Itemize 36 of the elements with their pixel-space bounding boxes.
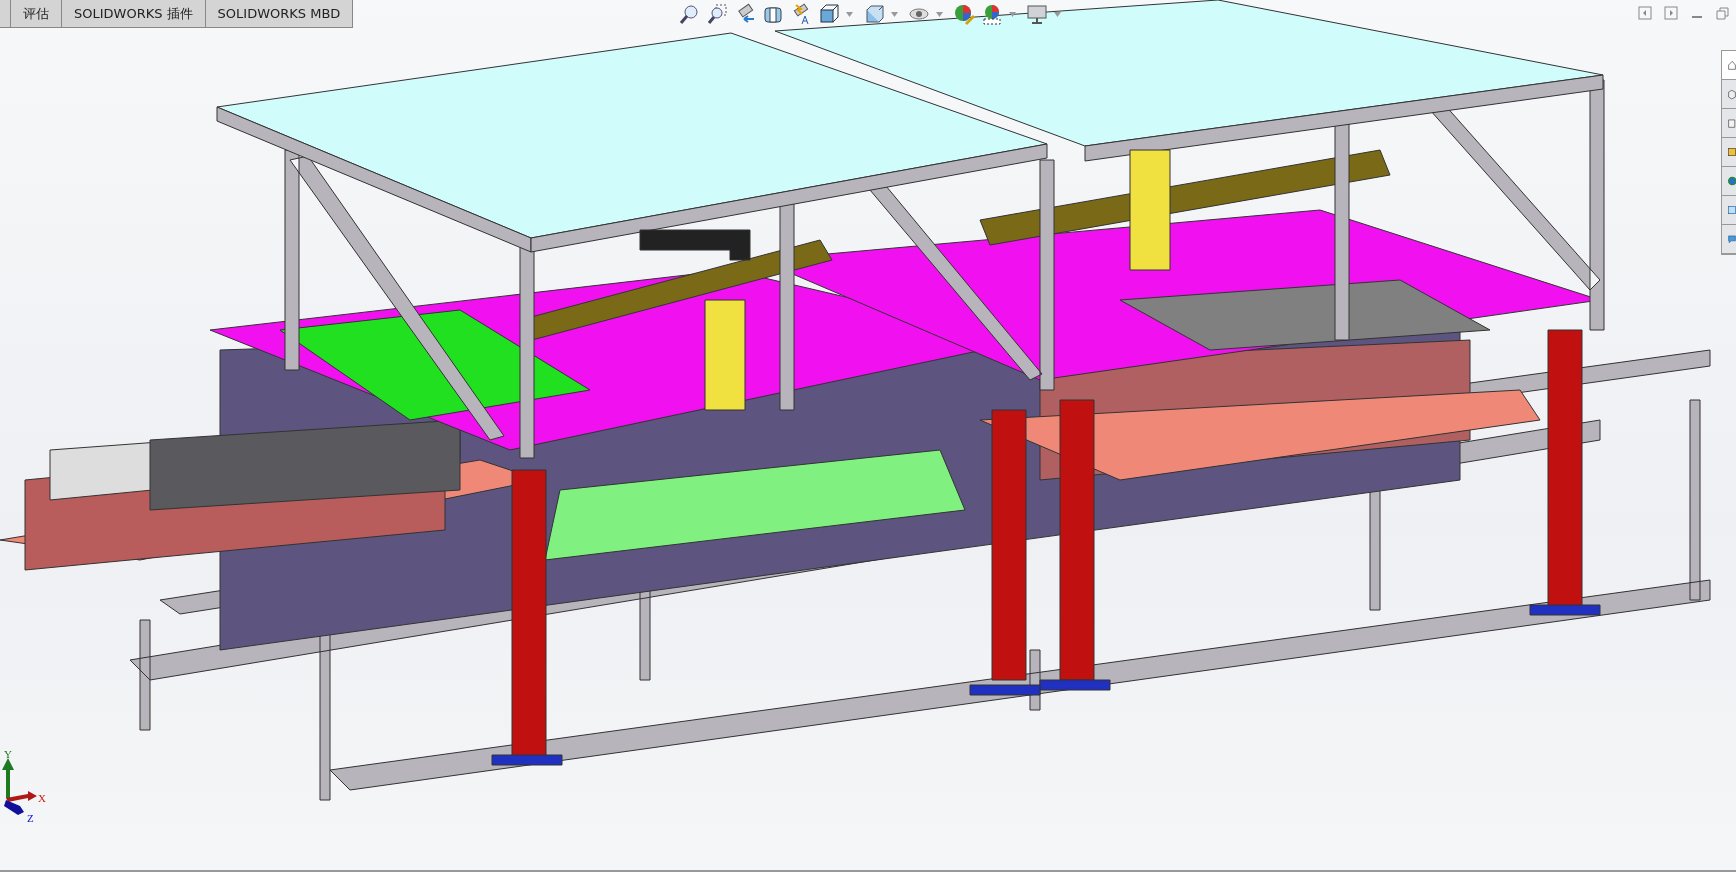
z-axis-label: Z	[27, 812, 34, 824]
zoom-area-icon[interactable]	[707, 4, 727, 24]
task-pane-tab[interactable]	[1722, 196, 1736, 225]
folder-icon	[1728, 119, 1736, 128]
edit-appearance-icon[interactable]	[955, 5, 975, 25]
section-view-icon[interactable]	[764, 7, 782, 23]
zoom-to-fit-icon[interactable]	[679, 5, 698, 24]
task-pane-tab[interactable]	[1722, 109, 1736, 138]
task-pane-tab[interactable]	[1722, 51, 1736, 80]
home-icon	[1728, 61, 1736, 70]
z-axis-arrow	[4, 800, 24, 815]
cube-icon	[1728, 90, 1736, 100]
tree-list-icon	[1728, 148, 1736, 156]
restore-icon[interactable]	[1716, 7, 1729, 20]
monitor-icon[interactable]	[1027, 5, 1047, 24]
view-orientation-icon[interactable]	[820, 4, 839, 23]
task-pane-tab[interactable]	[1722, 80, 1736, 109]
list-icon	[1728, 206, 1736, 214]
caret-icon[interactable]	[1054, 11, 1061, 17]
x-axis-arrow	[6, 791, 37, 802]
task-pane-tab[interactable]	[1722, 138, 1736, 167]
task-pane-tab[interactable]	[1722, 167, 1736, 196]
task-pane-tab[interactable]	[1722, 225, 1736, 254]
y-axis-arrow	[2, 758, 14, 798]
globe-icon	[1728, 176, 1736, 186]
previous-pane-icon[interactable]	[1638, 6, 1652, 20]
display-style-icon[interactable]	[866, 5, 884, 23]
next-pane-icon[interactable]	[1664, 6, 1678, 20]
eye-icon[interactable]	[909, 8, 929, 20]
scene-icon[interactable]	[983, 5, 1001, 25]
speech-bubble-icon	[1728, 235, 1736, 243]
previous-view-icon[interactable]	[738, 3, 755, 23]
dynamic-annotation-icon[interactable]	[793, 3, 809, 25]
x-axis-label: X	[38, 792, 46, 804]
y-axis-label: Y	[4, 750, 12, 760]
caret-icon[interactable]	[1009, 11, 1016, 17]
